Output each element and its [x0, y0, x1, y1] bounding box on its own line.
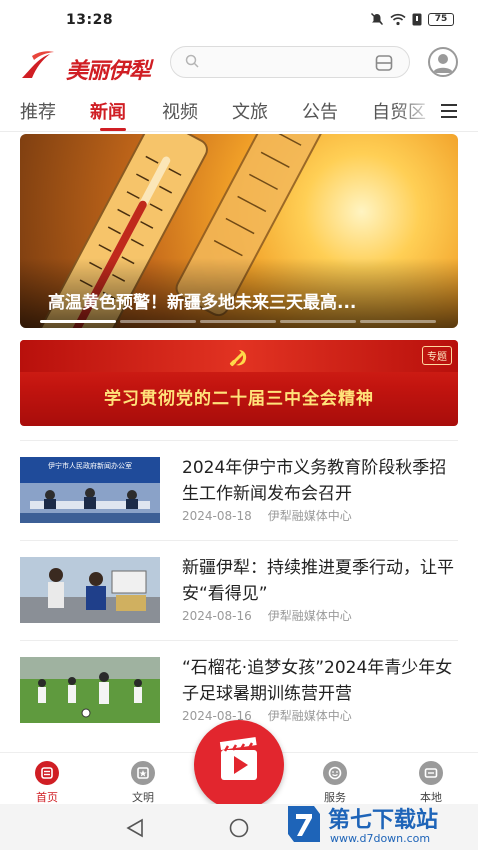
- nav-local[interactable]: 本地: [406, 761, 456, 805]
- banner-title: 学习贯彻党的二十届三中全会精神: [104, 389, 374, 409]
- news-thumbnail: [20, 557, 160, 623]
- search-icon: [185, 54, 199, 68]
- home-icon: [35, 761, 59, 785]
- press-conference-image: 伊宁市人民政府新闻办公室: [20, 457, 160, 523]
- tab-announcement[interactable]: 公告: [302, 98, 338, 124]
- news-headline: 新疆伊犁：持续推进夏季行动，让平安“看得见”: [182, 558, 454, 604]
- carousel-dot[interactable]: [40, 320, 116, 323]
- back-icon[interactable]: [124, 817, 146, 839]
- menu-icon[interactable]: [440, 102, 458, 120]
- status-icons: 75: [370, 12, 454, 26]
- local-icon: [419, 761, 443, 785]
- nav-label: 首页: [36, 791, 58, 804]
- news-meta: 2024-08-18 伊犁融媒体中心: [182, 507, 352, 524]
- watermark-logo-icon: [288, 806, 320, 842]
- news-meta: 2024-08-16 伊犁融媒体中心: [182, 607, 352, 624]
- site-watermark: 第七下载站 www.d7down.com: [284, 800, 474, 848]
- status-time: 13:28: [66, 12, 114, 28]
- watermark-title: 第七下载站: [328, 808, 439, 833]
- status-bar: 13:28 75: [0, 0, 478, 40]
- tab-news[interactable]: 新闻: [90, 98, 126, 124]
- tab-fade: [396, 92, 436, 130]
- nav-service[interactable]: 服务: [310, 761, 360, 805]
- news-item[interactable]: 伊宁市人民政府新闻办公室 2024年伊宁市义务教育阶段秋季招生工作新闻发布会召开…: [20, 440, 458, 540]
- news-thumbnail: [20, 657, 160, 723]
- football-training-image: [20, 657, 160, 723]
- category-tabs: 推荐 新闻 视频 文旅 公告 自贸区: [0, 92, 478, 132]
- video-play-button[interactable]: [194, 720, 284, 810]
- app-logo[interactable]: 美丽伊犁: [20, 48, 158, 84]
- carousel-dot[interactable]: [280, 320, 356, 323]
- service-icon: [323, 761, 347, 785]
- news-headline: “石榴花·追梦女孩”2024年青少年女子足球暑期训练营开营: [182, 658, 453, 704]
- special-tag: 专题: [422, 346, 452, 365]
- thumb-caption: 伊宁市人民政府新闻办公室: [48, 461, 132, 470]
- logo-text: 美丽伊犁: [66, 58, 151, 84]
- user-avatar[interactable]: [428, 47, 458, 77]
- news-date: 2024-08-18: [182, 509, 252, 523]
- news-source: 伊犁融媒体中心: [267, 609, 352, 623]
- news-date: 2024-08-16: [182, 609, 252, 623]
- logo-swoosh-icon: [22, 51, 54, 78]
- hero-caption: 高温黄色预警！新疆多地未来三天最高...: [48, 293, 357, 313]
- news-source: 伊犁融媒体中心: [267, 509, 352, 523]
- nav-label: 文明: [132, 791, 154, 804]
- carousel-dot[interactable]: [360, 320, 436, 323]
- app-header: 美丽伊犁: [0, 40, 478, 90]
- clapperboard-play-icon: [219, 737, 257, 780]
- carousel-indicators: [40, 320, 436, 323]
- carousel-dot[interactable]: [120, 320, 196, 323]
- watermark-url: www.d7down.com: [330, 832, 431, 845]
- home-circle-icon[interactable]: [228, 817, 250, 839]
- police-activity-image: [20, 557, 160, 623]
- wifi-icon: [390, 13, 406, 25]
- news-item[interactable]: 新疆伊犁：持续推进夏季行动，让平安“看得见” 2024-08-16 伊犁融媒体中心: [20, 540, 458, 640]
- scan-icon[interactable]: [375, 54, 393, 72]
- news-thumbnail: 伊宁市人民政府新闻办公室: [20, 457, 160, 523]
- party-emblem-icon: [229, 350, 247, 367]
- nav-civilization[interactable]: 文明: [118, 761, 168, 805]
- nav-home[interactable]: 首页: [22, 761, 72, 805]
- battery-icon: 75: [428, 12, 454, 26]
- hero-carousel[interactable]: 高温黄色预警！新疆多地未来三天最高...: [20, 134, 458, 328]
- mute-icon: [371, 13, 383, 25]
- news-headline: 2024年伊宁市义务教育阶段秋季招生工作新闻发布会召开: [182, 458, 447, 504]
- user-icon: [433, 54, 453, 73]
- search-input[interactable]: [170, 46, 410, 78]
- civilization-icon: [131, 761, 155, 785]
- tab-culture-travel[interactable]: 文旅: [232, 98, 268, 124]
- special-topic-banner[interactable]: 专题 学习贯彻党的二十届三中全会精神: [20, 340, 458, 426]
- tab-recommend[interactable]: 推荐: [20, 98, 56, 124]
- carousel-dot[interactable]: [200, 320, 276, 323]
- data-icon: [412, 13, 422, 25]
- active-tab-indicator: [100, 128, 126, 131]
- tab-video[interactable]: 视频: [162, 98, 198, 124]
